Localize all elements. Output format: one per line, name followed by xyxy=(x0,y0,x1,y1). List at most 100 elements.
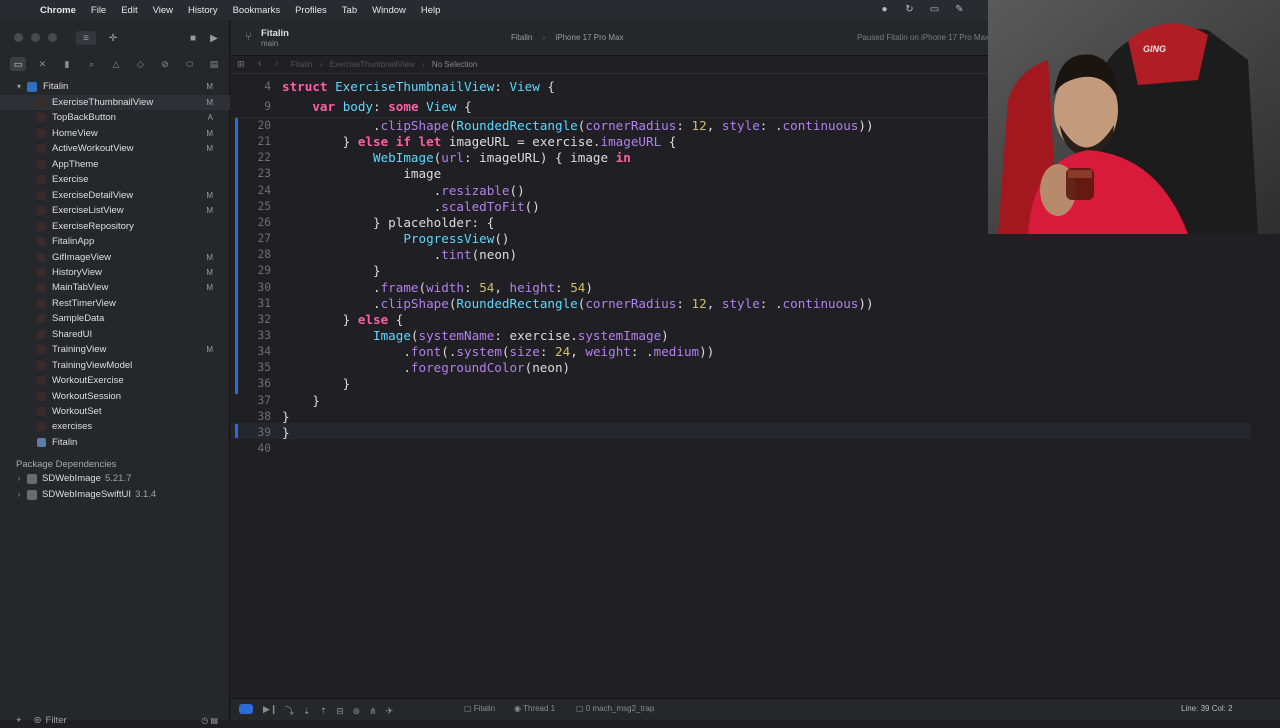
tree-row-label: WorkoutExercise xyxy=(52,375,124,387)
disclosure-closed-icon[interactable]: › xyxy=(14,474,24,483)
add-file-icon[interactable]: + xyxy=(16,715,22,726)
tree-row-file[interactable]: ExerciseRepository xyxy=(0,219,230,234)
menu-window[interactable]: Window xyxy=(372,5,406,16)
back-icon[interactable]: ‹ xyxy=(258,58,261,69)
swift-file-icon xyxy=(37,298,46,308)
scm-badge: A xyxy=(207,113,213,123)
scm-badge: M xyxy=(206,144,213,154)
console-toggle-icon[interactable] xyxy=(239,704,253,714)
tree-row-file[interactable]: ExerciseDetailView M xyxy=(0,188,230,203)
debug-thread[interactable]: ◉ Thread 1 xyxy=(514,704,555,713)
tree-row-file[interactable]: Fitalin xyxy=(0,435,230,450)
search-icon[interactable]: ⌕ xyxy=(84,57,100,71)
debug-thread-label: Thread 1 xyxy=(523,704,556,713)
menu-view[interactable]: View xyxy=(153,5,173,16)
minimize-window-button[interactable] xyxy=(31,33,40,42)
tree-row-file[interactable]: GifImageView M xyxy=(0,250,230,265)
menu-edit[interactable]: Edit xyxy=(121,5,137,16)
zoom-window-button[interactable] xyxy=(48,33,57,42)
tree-row-file[interactable]: SharedUI xyxy=(0,327,230,342)
record-icon[interactable]: ● xyxy=(878,3,891,16)
package-name: SDWebImage xyxy=(42,473,101,484)
tree-row-file[interactable]: WorkoutSession xyxy=(0,389,230,404)
code-line: } xyxy=(282,392,320,408)
line-number: 33 xyxy=(257,328,271,342)
debug-frame[interactable]: ▢ 0 mach_msg2_trap xyxy=(576,704,654,713)
navigator-filter[interactable]: + ⊜ Filter ◷ ▤ xyxy=(10,712,222,728)
swift-file-icon xyxy=(37,237,46,247)
warning-icon[interactable]: △ xyxy=(108,57,124,71)
tree-row-file[interactable]: WorkoutExercise xyxy=(0,373,230,388)
tree-row-file[interactable]: RestTimerView xyxy=(0,296,230,311)
sidebar-toggle-icon[interactable]: ≡ xyxy=(76,31,96,45)
menu-file[interactable]: File xyxy=(91,5,106,16)
debug-scheme[interactable]: ▢ Fitalin xyxy=(464,704,495,713)
tree-row-file[interactable]: ExerciseThumbnailView M xyxy=(0,95,230,110)
package-version: 5.21.7 xyxy=(104,473,132,484)
menu-help[interactable]: Help xyxy=(421,5,441,16)
chair-logo: GING xyxy=(1143,44,1166,54)
chevron-right-icon: › xyxy=(542,33,546,42)
breakpoint-icon[interactable]: ⬭ xyxy=(182,57,198,71)
tree-row-package[interactable]: › SDWebImage 5.21.7 xyxy=(0,471,230,486)
menu-chrome[interactable]: Chrome xyxy=(40,5,76,16)
line-number: 24 xyxy=(257,183,271,197)
tree-row-file[interactable]: SampleData xyxy=(0,311,230,326)
tree-row-package[interactable]: › SDWebImageSwiftUI 3.1.4 xyxy=(0,487,230,502)
disclosure-closed-icon[interactable]: › xyxy=(14,490,24,499)
tree-row-project[interactable]: ▾ Fitalin M xyxy=(0,79,230,94)
breadcrumb-file[interactable]: ExerciseThumbnailView xyxy=(329,60,414,69)
screen-icon[interactable]: ▭ xyxy=(928,3,941,16)
code-line: } xyxy=(282,424,290,440)
disclosure-open-icon[interactable]: ▾ xyxy=(14,82,24,91)
swift-file-icon xyxy=(37,98,46,107)
device-name: iPhone 17 Pro Max xyxy=(555,33,624,42)
tree-row-file[interactable]: Exercise xyxy=(0,172,230,187)
filter-options-icon[interactable]: ◷ ▤ xyxy=(201,716,218,725)
tree-row-file[interactable]: exercises xyxy=(0,419,230,434)
tree-row-label: ActiveWorkoutView xyxy=(52,143,134,155)
tree-row-file[interactable]: ExerciseListView M xyxy=(0,203,230,218)
line-number: 30 xyxy=(257,280,271,294)
tree-row-file[interactable]: ActiveWorkoutView M xyxy=(0,141,230,156)
related-items-icon[interactable]: ⊞ xyxy=(237,59,245,70)
menu-bookmarks[interactable]: Bookmarks xyxy=(233,5,281,16)
source-control-icon[interactable]: ✕ xyxy=(35,57,51,71)
activity-status: Paused Fitalin on iPhone 17 Pro Max xyxy=(857,33,990,42)
breadcrumb-symbol[interactable]: No Selection xyxy=(432,60,477,69)
line-number: 34 xyxy=(257,345,271,359)
menu-profiles[interactable]: Profiles xyxy=(295,5,327,16)
forward-icon[interactable]: › xyxy=(275,58,278,69)
swift-file-icon xyxy=(37,252,46,262)
bookmark-icon[interactable]: ▮ xyxy=(59,57,75,71)
breadcrumb-project[interactable]: Fitalin xyxy=(291,60,312,69)
tree-row-file[interactable]: TrainingViewModel xyxy=(0,358,230,373)
sync-icon[interactable]: ↻ xyxy=(903,3,916,16)
swift-file-icon xyxy=(37,128,46,138)
debug-icon[interactable]: ⊘ xyxy=(157,57,173,71)
tree-row-file[interactable]: HomeView M xyxy=(0,126,230,141)
tree-row-file[interactable]: TrainingView M xyxy=(0,342,230,357)
test-icon[interactable]: ◇ xyxy=(133,57,149,71)
step-controls-icon[interactable]: ⤵⇣⇡⊟⊛⋔✈ xyxy=(285,704,402,717)
menu-history[interactable]: History xyxy=(188,5,218,16)
tree-row-file[interactable]: AppTheme xyxy=(0,157,230,172)
stop-icon[interactable]: ■ xyxy=(186,31,200,45)
line-number: 28 xyxy=(257,248,271,262)
folder-navigator-icon[interactable]: ▭ xyxy=(10,57,26,71)
add-icon[interactable]: ✛ xyxy=(106,31,120,45)
tree-row-label: TopBackButton xyxy=(52,112,116,124)
tree-row-file[interactable]: WorkoutSet xyxy=(0,404,230,419)
continue-icon[interactable]: ▶❙ xyxy=(263,704,277,715)
tree-row-file[interactable]: MainTabView M xyxy=(0,280,230,295)
scheme-selector[interactable]: Fitalin › iPhone 17 Pro Max xyxy=(511,33,624,42)
close-window-button[interactable] xyxy=(14,33,23,42)
tree-row-file[interactable]: FitalinApp xyxy=(0,234,230,249)
tree-row-file[interactable]: TopBackButton A xyxy=(0,110,230,125)
menu-tab[interactable]: Tab xyxy=(342,5,357,16)
tree-row-file[interactable]: HistoryView M xyxy=(0,265,230,280)
filter-input[interactable]: Filter xyxy=(46,715,67,726)
run-icon[interactable]: ▶ xyxy=(207,31,221,45)
pen-icon[interactable]: ✎ xyxy=(953,3,966,16)
report-icon[interactable]: ▤ xyxy=(206,57,222,71)
